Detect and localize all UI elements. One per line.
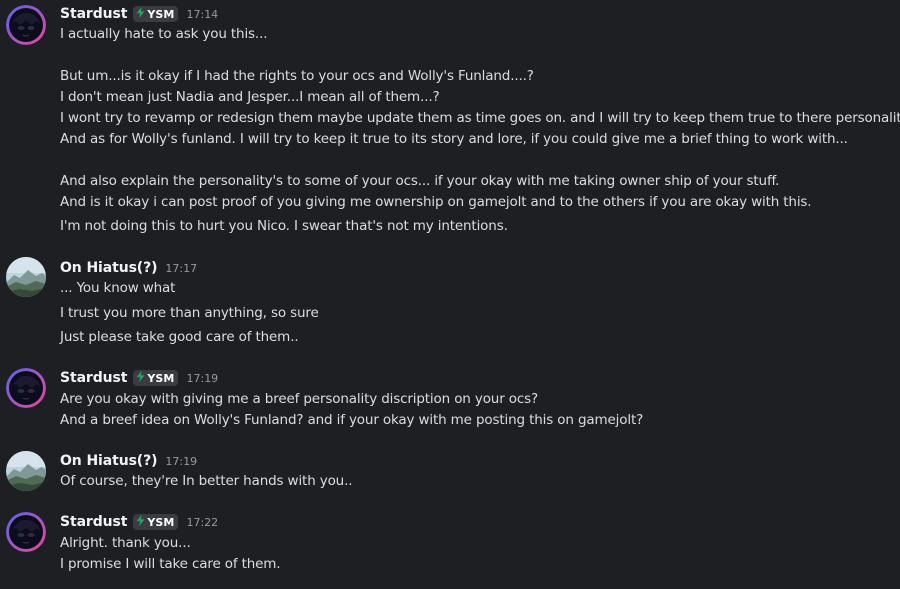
message-line: Are you okay with giving me a breef pers…: [60, 391, 539, 407]
server-tag-label: YSM: [147, 7, 175, 21]
lightning-bolt-icon: [136, 7, 145, 21]
username[interactable]: On Hiatus(?): [60, 453, 158, 469]
message-line: And also explain the personality's to so…: [60, 173, 780, 189]
avatar-stardust[interactable]: [6, 5, 46, 45]
server-tag-badge[interactable]: YSM: [133, 370, 179, 386]
message-header: Stardust YSM 17:22: [60, 512, 218, 532]
message-line: I trust you more than anything, so sure: [60, 305, 319, 321]
message-line: Alright. thank you...: [60, 535, 191, 551]
message-line: I don't mean just Nadia and Jesper...I m…: [60, 89, 440, 105]
timestamp[interactable]: 17:19: [186, 372, 218, 385]
avatar-on-hiatus[interactable]: [6, 451, 46, 491]
timestamp[interactable]: 17:17: [165, 262, 197, 275]
message-line: And a breef idea on Wolly's Funland? and…: [60, 412, 644, 428]
server-tag-label: YSM: [147, 371, 175, 385]
message-header: Stardust YSM 17:14: [60, 4, 218, 24]
message-line: Just please take good care of them..: [60, 329, 299, 345]
message-line: I promise I will take care of them.: [60, 556, 281, 572]
message-line: I actually hate to ask you this...: [60, 26, 268, 42]
timestamp[interactable]: 17:19: [165, 455, 197, 468]
avatar-on-hiatus[interactable]: [6, 257, 46, 297]
username[interactable]: On Hiatus(?): [60, 260, 158, 276]
avatar-stardust[interactable]: [6, 512, 46, 552]
avatar-stardust[interactable]: [6, 368, 46, 408]
message-line: I'm not doing this to hurt you Nico. I s…: [60, 218, 508, 234]
timestamp[interactable]: 17:22: [186, 516, 218, 529]
message-header: On Hiatus(?) 17:17: [60, 258, 197, 278]
username[interactable]: Stardust: [60, 6, 127, 22]
lightning-bolt-icon: [136, 515, 145, 529]
chat-messages: Stardust YSM 17:14 I actually hate to as…: [0, 0, 900, 589]
server-tag-label: YSM: [147, 515, 175, 529]
message-line: Of course, they're In better hands with …: [60, 473, 353, 489]
message-header: Stardust YSM 17:19: [60, 368, 218, 388]
message-line: I wont try to revamp or redesign them ma…: [60, 110, 900, 126]
lightning-bolt-icon: [136, 371, 145, 385]
message-line: And as for Wolly's funland. I will try t…: [60, 131, 848, 147]
message-line: ... You know what: [60, 280, 176, 296]
message-header: On Hiatus(?) 17:19: [60, 451, 197, 471]
server-tag-badge[interactable]: YSM: [133, 514, 179, 530]
username[interactable]: Stardust: [60, 370, 127, 386]
server-tag-badge[interactable]: YSM: [133, 6, 179, 22]
message-line: And is it okay i can post proof of you g…: [60, 194, 812, 210]
username[interactable]: Stardust: [60, 514, 127, 530]
message-line: But um...is it okay if I had the rights …: [60, 68, 534, 84]
timestamp[interactable]: 17:14: [186, 8, 218, 21]
